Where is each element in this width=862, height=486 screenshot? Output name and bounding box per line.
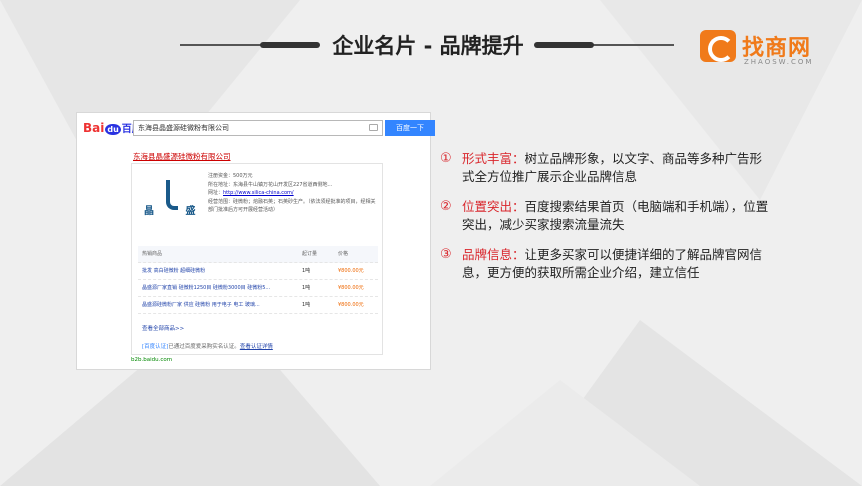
website-label: 网址： xyxy=(208,190,224,196)
brand-logo-subtext: ZHAOSW.COM xyxy=(744,58,814,66)
search-input[interactable]: 东海县晶盛源硅微粉有限公司 xyxy=(133,120,383,136)
bullet-number: ③ xyxy=(440,247,452,262)
website-link[interactable]: http://www.silica-china.com/ xyxy=(223,190,294,196)
camera-icon[interactable] xyxy=(369,124,378,131)
company-logo: 晶 盛 xyxy=(144,176,200,224)
info-capital: 注册资金：500万元 xyxy=(208,173,253,179)
company-card: 晶 盛 注册资金：500万元 所在地址：东海县牛山镇万花山开发区227省道西侧地… xyxy=(131,163,383,355)
info-address: 所在地址：东海县牛山镇万花山开发区227省道西侧地... xyxy=(208,181,333,188)
feature-list: ① 形式丰富：树立品牌形象，以文字、商品等多种广告形式全方位推广展示企业品牌信息… xyxy=(440,150,770,294)
table-row[interactable]: 晶盛源硅微粉厂家 供应 硅微粉 用于电子 电工 玻璃... 1吨 ¥800.00… xyxy=(138,297,378,314)
header-price: 价格 xyxy=(338,251,349,257)
title-divider-right xyxy=(534,42,674,48)
result-title-link[interactable]: 东海县晶盛源硅微粉有限公司 xyxy=(133,151,231,162)
product-table: 热销商品 起订量 价格 批发 高白硅微粉 超细硅微粉 1吨 ¥800.00元 晶… xyxy=(138,246,378,314)
baidu-screenshot-panel: Bai du 百度 东海县晶盛源硅微粉有限公司 百度一下 东海县晶盛源硅微粉有限公司… xyxy=(76,112,435,370)
product-name[interactable]: 晶盛源厂家直销 硅微粉1250目 硅微粉3000目 硅微粉5... xyxy=(142,280,270,297)
slide-title: 企业名片 - 品牌提升 xyxy=(332,34,524,58)
list-item: ① 形式丰富：树立品牌形象，以文字、商品等多种广告形式全方位推广展示企业品牌信息 xyxy=(440,150,770,186)
product-name[interactable]: 晶盛源硅微粉厂家 供应 硅微粉 用于电子 电工 玻璃... xyxy=(142,297,260,314)
verification-details-link[interactable]: 查看认证详情 xyxy=(240,344,273,350)
company-info: 注册资金：500万元 所在地址：东海县牛山镇万花山开发区227省道西侧地... … xyxy=(208,172,380,215)
bullet-number: ② xyxy=(440,199,452,214)
search-input-value: 东海县晶盛源硅微粉有限公司 xyxy=(138,124,229,132)
verification-line: [百度认证]已通过百度爱采购实名认证。查看认证详情 xyxy=(142,342,273,350)
bullet-key: 品牌信息： xyxy=(462,247,525,262)
product-qty: 1吨 xyxy=(302,268,311,274)
bullet-key: 位置突出： xyxy=(462,199,525,214)
product-qty: 1吨 xyxy=(302,302,311,308)
product-qty: 1吨 xyxy=(302,285,311,291)
list-item: ③ 品牌信息：让更多买家可以便捷详细的了解品牌官网信息，更方便的获取所需企业介绍… xyxy=(440,246,770,282)
title-divider-left xyxy=(180,42,320,48)
verified-badge: [百度认证] xyxy=(142,344,169,350)
info-scope: 经营范围：硅微粉；熔融石英；石英砂生产。（依法须经批准的项目，经相关部门批准后方… xyxy=(208,198,376,214)
product-table-header: 热销商品 起订量 价格 xyxy=(138,246,378,263)
company-logo-text: 晶 盛 xyxy=(144,206,210,217)
product-price: ¥800.00元 xyxy=(338,268,364,274)
header-product: 热销商品 xyxy=(142,251,163,257)
baidu-search-bar: Bai du 百度 东海县晶盛源硅微粉有限公司 百度一下 xyxy=(83,120,435,138)
header-min-qty: 起订量 xyxy=(302,251,318,257)
product-price: ¥800.00元 xyxy=(338,302,364,308)
baidu-paw-icon: du xyxy=(105,124,121,135)
info-website: 网址：http://www.silica-china.com/ xyxy=(208,189,380,198)
site-url[interactable]: b2b.baidu.com xyxy=(131,357,172,363)
table-row[interactable]: 批发 高白硅微粉 超细硅微粉 1吨 ¥800.00元 xyxy=(138,263,378,280)
verification-text: 已通过百度爱采购实名认证。 xyxy=(168,344,240,350)
brand-logo: 找商网 ZHAOSW.COM xyxy=(700,30,820,70)
product-price: ¥800.00元 xyxy=(338,285,364,291)
list-item: ② 位置突出：百度搜索结果首页（电脑端和手机端），位置突出，减少买家搜索流量流失 xyxy=(440,198,770,234)
product-name[interactable]: 批发 高白硅微粉 超细硅微粉 xyxy=(142,263,205,280)
brand-logo-icon xyxy=(700,30,736,62)
table-row[interactable]: 晶盛源厂家直销 硅微粉1250目 硅微粉3000目 硅微粉5... 1吨 ¥80… xyxy=(138,280,378,297)
bullet-number: ① xyxy=(440,151,452,166)
baidu-logo-text: Bai xyxy=(83,121,105,135)
bullet-key: 形式丰富： xyxy=(462,151,525,166)
search-button[interactable]: 百度一下 xyxy=(385,120,435,136)
view-all-products-link[interactable]: 查看全部商品>> xyxy=(142,324,184,332)
